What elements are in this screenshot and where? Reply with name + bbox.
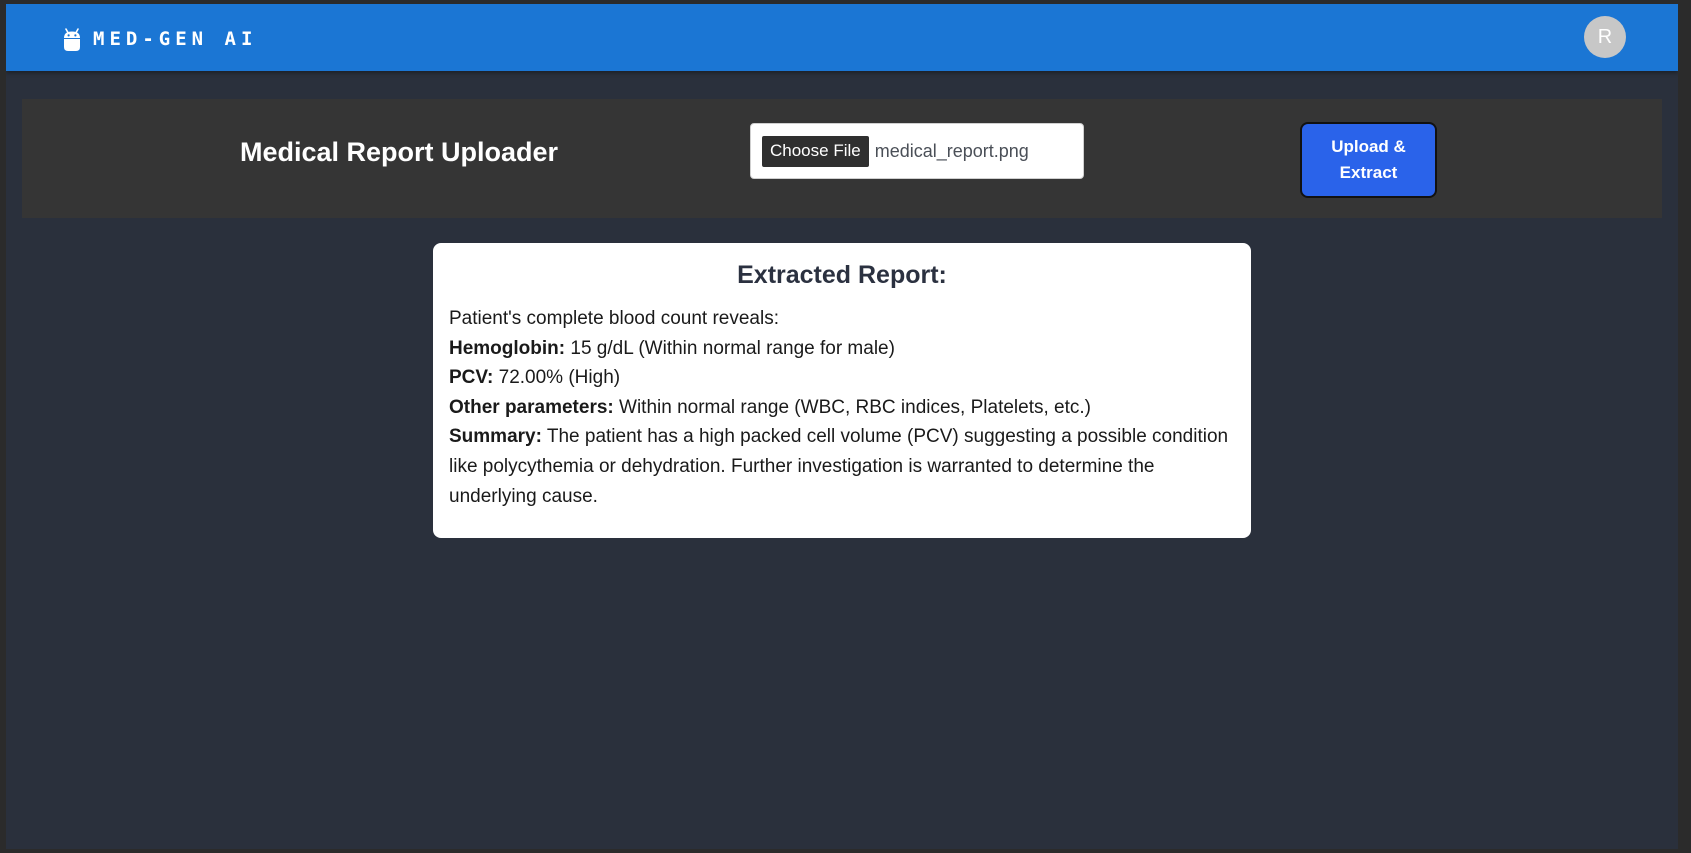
- report-heading: Extracted Report:: [737, 261, 947, 289]
- choose-file-button[interactable]: Choose File: [762, 135, 869, 167]
- top-navbar: MED-GEN AI R: [6, 4, 1678, 71]
- report-line-other-parameters: Other parameters: Within normal range (W…: [449, 393, 1235, 423]
- report-line-summary: Summary: The patient has a high packed c…: [449, 422, 1235, 511]
- report-line-label: Other parameters:: [449, 396, 614, 418]
- user-avatar[interactable]: R: [1584, 16, 1626, 58]
- upload-panel: Medical Report Uploader Choose File medi…: [22, 99, 1662, 218]
- report-line-text: Within normal range (WBC, RBC indices, P…: [613, 396, 1091, 418]
- report-line-hemoglobin: Hemoglobin: 15 g/dL (Within normal range…: [449, 334, 1235, 364]
- report-line-text: 15 g/dL (Within normal range for male): [565, 337, 895, 359]
- extracted-report-card: Extracted Report: Patient's complete blo…: [433, 243, 1251, 538]
- file-input[interactable]: Choose File medical_report.png: [750, 123, 1084, 179]
- report-line-text: 72.00% (High): [493, 367, 621, 389]
- brand-link[interactable]: MED-GEN AI: [61, 24, 257, 54]
- app-window: MED-GEN AI R Medical Report Uploader Cho…: [6, 4, 1678, 849]
- uploader-title: Medical Report Uploader: [240, 137, 559, 167]
- report-line-text: The patient has a high packed cell volum…: [449, 426, 1229, 507]
- report-line-pcv: PCV: 72.00% (High): [449, 363, 1235, 393]
- report-line-label: PCV:: [449, 367, 494, 389]
- report-line-label: Summary:: [449, 426, 542, 448]
- selected-file-name: medical_report.png: [874, 140, 1029, 161]
- android-icon: [64, 28, 80, 51]
- report-line-label: Hemoglobin:: [449, 337, 566, 359]
- report-intro: Patient's complete blood count reveals:: [449, 308, 779, 329]
- upload-extract-button[interactable]: Upload & Extract: [1300, 122, 1437, 198]
- report-body: Patient's complete blood count reveals: …: [449, 304, 1235, 511]
- brand-name: MED-GEN AI: [93, 28, 258, 50]
